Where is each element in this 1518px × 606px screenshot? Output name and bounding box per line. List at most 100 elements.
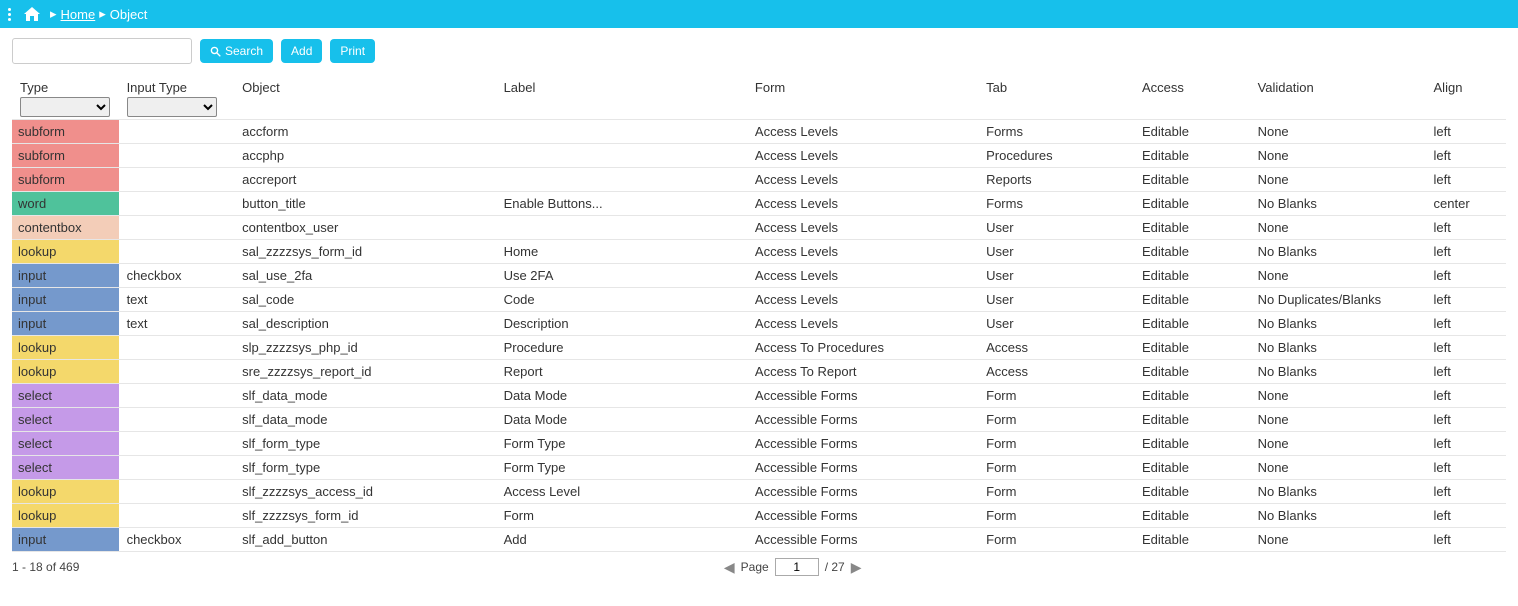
- cell-form: Access Levels: [747, 264, 978, 288]
- col-validation[interactable]: Validation: [1250, 74, 1426, 120]
- cell-input-type: [119, 504, 235, 528]
- cell-align: left: [1426, 240, 1506, 264]
- next-page-icon[interactable]: ▶: [851, 559, 862, 576]
- cell-tab: Form: [978, 456, 1134, 480]
- table-row[interactable]: subformaccphpAccess LevelsProceduresEdit…: [12, 144, 1506, 168]
- cell-validation: No Blanks: [1250, 480, 1426, 504]
- table-row[interactable]: subformaccreportAccess LevelsReportsEdit…: [12, 168, 1506, 192]
- cell-input-type: [119, 192, 235, 216]
- cell-access: Editable: [1134, 312, 1250, 336]
- table-row[interactable]: selectslf_form_typeForm TypeAccessible F…: [12, 456, 1506, 480]
- cell-input-type: [119, 384, 235, 408]
- cell-object: sal_description: [234, 312, 495, 336]
- col-label[interactable]: Label: [496, 74, 747, 120]
- breadcrumb-home-link[interactable]: Home: [61, 7, 96, 22]
- cell-access: Editable: [1134, 240, 1250, 264]
- print-button[interactable]: Print: [330, 39, 375, 63]
- table-row[interactable]: inputcheckboxsal_use_2faUse 2FAAccess Le…: [12, 264, 1506, 288]
- table-row[interactable]: lookupslp_zzzzsys_php_idProcedureAccess …: [12, 336, 1506, 360]
- table-row[interactable]: lookupsre_zzzzsys_report_idReportAccess …: [12, 360, 1506, 384]
- cell-access: Editable: [1134, 360, 1250, 384]
- cell-form: Access Levels: [747, 240, 978, 264]
- cell-label: Use 2FA: [496, 264, 747, 288]
- col-tab[interactable]: Tab: [978, 74, 1134, 120]
- cell-label: Form Type: [496, 456, 747, 480]
- cell-access: Editable: [1134, 480, 1250, 504]
- table-row[interactable]: selectslf_data_modeData ModeAccessible F…: [12, 384, 1506, 408]
- cell-form: Accessible Forms: [747, 480, 978, 504]
- col-align[interactable]: Align: [1426, 74, 1506, 120]
- cell-object: sal_use_2fa: [234, 264, 495, 288]
- cell-input-type: [119, 336, 235, 360]
- prev-page-icon[interactable]: ◀: [724, 559, 735, 576]
- options-menu-icon[interactable]: [8, 8, 16, 21]
- cell-form: Access Levels: [747, 288, 978, 312]
- col-form[interactable]: Form: [747, 74, 978, 120]
- search-input[interactable]: [12, 38, 192, 64]
- cell-input-type: [119, 456, 235, 480]
- cell-align: left: [1426, 264, 1506, 288]
- table-row[interactable]: contentboxcontentbox_userAccess LevelsUs…: [12, 216, 1506, 240]
- cell-label: Form: [496, 504, 747, 528]
- cell-align: center: [1426, 192, 1506, 216]
- cell-type: lookup: [12, 240, 119, 264]
- search-button[interactable]: Search: [200, 39, 273, 63]
- cell-align: left: [1426, 456, 1506, 480]
- cell-input-type: [119, 168, 235, 192]
- table-row[interactable]: inputtextsal_descriptionDescriptionAcces…: [12, 312, 1506, 336]
- cell-tab: Form: [978, 528, 1134, 552]
- table-row[interactable]: selectslf_form_typeForm TypeAccessible F…: [12, 432, 1506, 456]
- table-row[interactable]: lookupslf_zzzzsys_form_idFormAccessible …: [12, 504, 1506, 528]
- cell-form: Access Levels: [747, 192, 978, 216]
- cell-tab: Form: [978, 432, 1134, 456]
- cell-validation: No Blanks: [1250, 312, 1426, 336]
- cell-tab: User: [978, 288, 1134, 312]
- cell-label: Access Level: [496, 480, 747, 504]
- toolbar: Search Add Print: [0, 28, 1518, 74]
- cell-object: sal_code: [234, 288, 495, 312]
- cell-form: Accessible Forms: [747, 456, 978, 480]
- filter-type[interactable]: [20, 97, 110, 117]
- cell-form: Accessible Forms: [747, 384, 978, 408]
- cell-object: sre_zzzzsys_report_id: [234, 360, 495, 384]
- cell-tab: Form: [978, 480, 1134, 504]
- table-row[interactable]: lookupsal_zzzzsys_form_idHomeAccess Leve…: [12, 240, 1506, 264]
- add-button[interactable]: Add: [281, 39, 322, 63]
- cell-object: slp_zzzzsys_php_id: [234, 336, 495, 360]
- col-access[interactable]: Access: [1134, 74, 1250, 120]
- table-row[interactable]: lookupslf_zzzzsys_access_idAccess LevelA…: [12, 480, 1506, 504]
- cell-validation: No Blanks: [1250, 504, 1426, 528]
- cell-type: lookup: [12, 480, 119, 504]
- cell-form: Access To Report: [747, 360, 978, 384]
- cell-object: accform: [234, 120, 495, 144]
- cell-form: Accessible Forms: [747, 504, 978, 528]
- cell-type: lookup: [12, 504, 119, 528]
- cell-tab: Form: [978, 408, 1134, 432]
- cell-access: Editable: [1134, 192, 1250, 216]
- cell-tab: Access: [978, 336, 1134, 360]
- cell-access: Editable: [1134, 408, 1250, 432]
- page-total: / 27: [825, 560, 845, 574]
- table-row[interactable]: inputcheckboxslf_add_buttonAddAccessible…: [12, 528, 1506, 552]
- cell-label: [496, 216, 747, 240]
- cell-label: Data Mode: [496, 408, 747, 432]
- cell-object: slf_data_mode: [234, 384, 495, 408]
- page-input[interactable]: [775, 558, 819, 576]
- table-row[interactable]: wordbutton_titleEnable Buttons...Access …: [12, 192, 1506, 216]
- cell-tab: User: [978, 240, 1134, 264]
- cell-input-type: [119, 360, 235, 384]
- cell-input-type: [119, 432, 235, 456]
- cell-input-type: [119, 480, 235, 504]
- cell-label: [496, 168, 747, 192]
- col-object[interactable]: Object: [234, 74, 495, 120]
- col-type[interactable]: Type: [12, 74, 119, 120]
- home-icon[interactable]: [24, 7, 40, 21]
- table-row[interactable]: subformaccformAccess LevelsFormsEditable…: [12, 120, 1506, 144]
- cell-form: Accessible Forms: [747, 408, 978, 432]
- filter-input-type[interactable]: [127, 97, 217, 117]
- col-input-type[interactable]: Input Type: [119, 74, 235, 120]
- cell-tab: Forms: [978, 192, 1134, 216]
- cell-type: subform: [12, 144, 119, 168]
- table-row[interactable]: inputtextsal_codeCodeAccess LevelsUserEd…: [12, 288, 1506, 312]
- table-row[interactable]: selectslf_data_modeData ModeAccessible F…: [12, 408, 1506, 432]
